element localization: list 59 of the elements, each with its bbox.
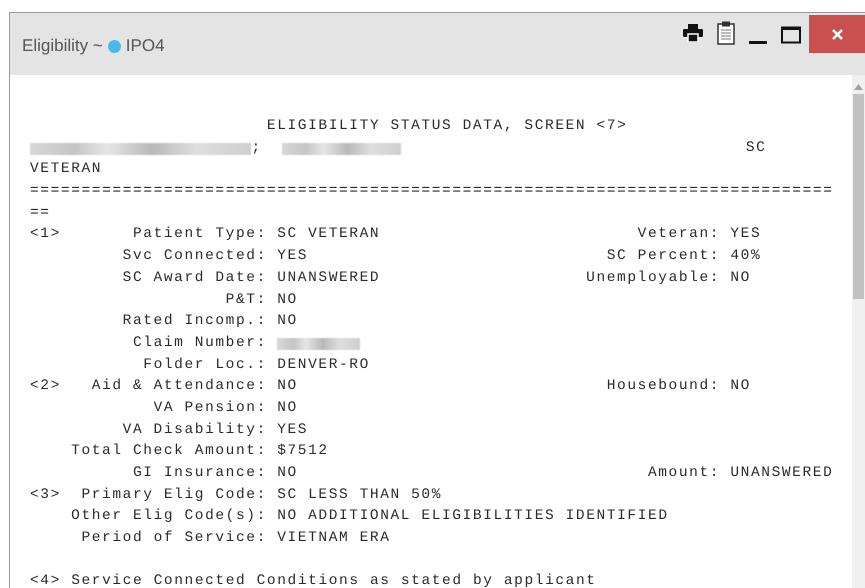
field-label: Unemployable: — [586, 268, 720, 288]
clipboard-icon[interactable] — [717, 21, 735, 45]
field-label: Claim Number: — [132, 334, 267, 353]
rule-text: == — [30, 204, 51, 223]
field-value: UNANSWERED — [730, 464, 834, 483]
rule-text: ============================================================================== — [30, 182, 834, 202]
field-label: Total Check Amount: — [71, 442, 267, 462]
field-label: VA Disability: — [122, 420, 267, 440]
field-label: SC Award Date: — [122, 268, 267, 288]
field-value: NO — [277, 464, 298, 483]
field-value: SC LESS THAN 50% — [277, 486, 442, 505]
field-label: Primary Elig Code: — [81, 486, 267, 505]
field-label: Svc Connected: — [122, 247, 267, 266]
field-label: Aid & Attendance: — [92, 377, 267, 396]
field-label: GI Insurance: — [132, 464, 267, 483]
field-value: 40% — [730, 247, 762, 266]
section-number: <2> — [30, 377, 61, 396]
maximize-icon[interactable] — [781, 26, 801, 44]
field-label: Patient Type: — [132, 225, 267, 244]
field-value: VIETNAM ERA — [277, 529, 391, 548]
scrollbar-thumb[interactable] — [853, 94, 864, 299]
header-text: VETERAN — [30, 160, 102, 180]
status-dot-icon — [108, 40, 121, 52]
field-value: NO — [277, 312, 298, 332]
field-label: Rated Incomp.: — [122, 312, 267, 332]
field-value: NO — [277, 290, 298, 310]
field-value: YES — [277, 420, 308, 440]
field-value: NO — [730, 268, 751, 288]
field-value: YES — [277, 247, 308, 266]
field-label: Folder Loc.: — [143, 356, 267, 375]
field-label: Amount: — [648, 464, 720, 483]
close-button[interactable] — [809, 15, 865, 53]
field-value: NO — [277, 377, 298, 396]
field-value: UNANSWERED — [277, 268, 380, 288]
field-value: $7512 — [277, 442, 329, 462]
field-label: Period of Service: — [81, 529, 267, 548]
field-label: P&T: — [226, 290, 267, 310]
field-label: Other Elig Code(s): — [71, 507, 267, 526]
field-label: VA Pension: — [154, 398, 267, 418]
section-number: <1> — [30, 225, 61, 244]
report-title: ELIGIBILITY STATUS DATA, SCREEN <7> — [266, 117, 628, 136]
field-value: NO — [730, 377, 751, 396]
scrollbar[interactable] — [852, 75, 865, 588]
separator-text: ; — [251, 138, 262, 158]
field-value: DENVER-RO — [277, 356, 370, 375]
field-label: SC Percent: — [606, 247, 720, 266]
field-label: Veteran: — [638, 225, 720, 244]
field-value: NO — [277, 398, 298, 418]
field-value: YES — [730, 225, 762, 244]
field-value: SC VETERAN — [277, 225, 380, 244]
patient-name: IPO4 — [126, 36, 165, 56]
section-number: <3> — [30, 486, 61, 505]
close-icon — [830, 28, 844, 40]
section-heading: <4> Service Connected Conditions as stated by applicant — [30, 572, 597, 588]
print-icon[interactable] — [683, 24, 703, 42]
window-title: Eligibility ~ — [22, 36, 103, 56]
field-value: NO ADDITIONAL ELIGIBILITIES IDENTIFIED — [277, 507, 669, 526]
header-text: SC — [746, 138, 766, 158]
field-label: Housebound: — [606, 377, 720, 396]
